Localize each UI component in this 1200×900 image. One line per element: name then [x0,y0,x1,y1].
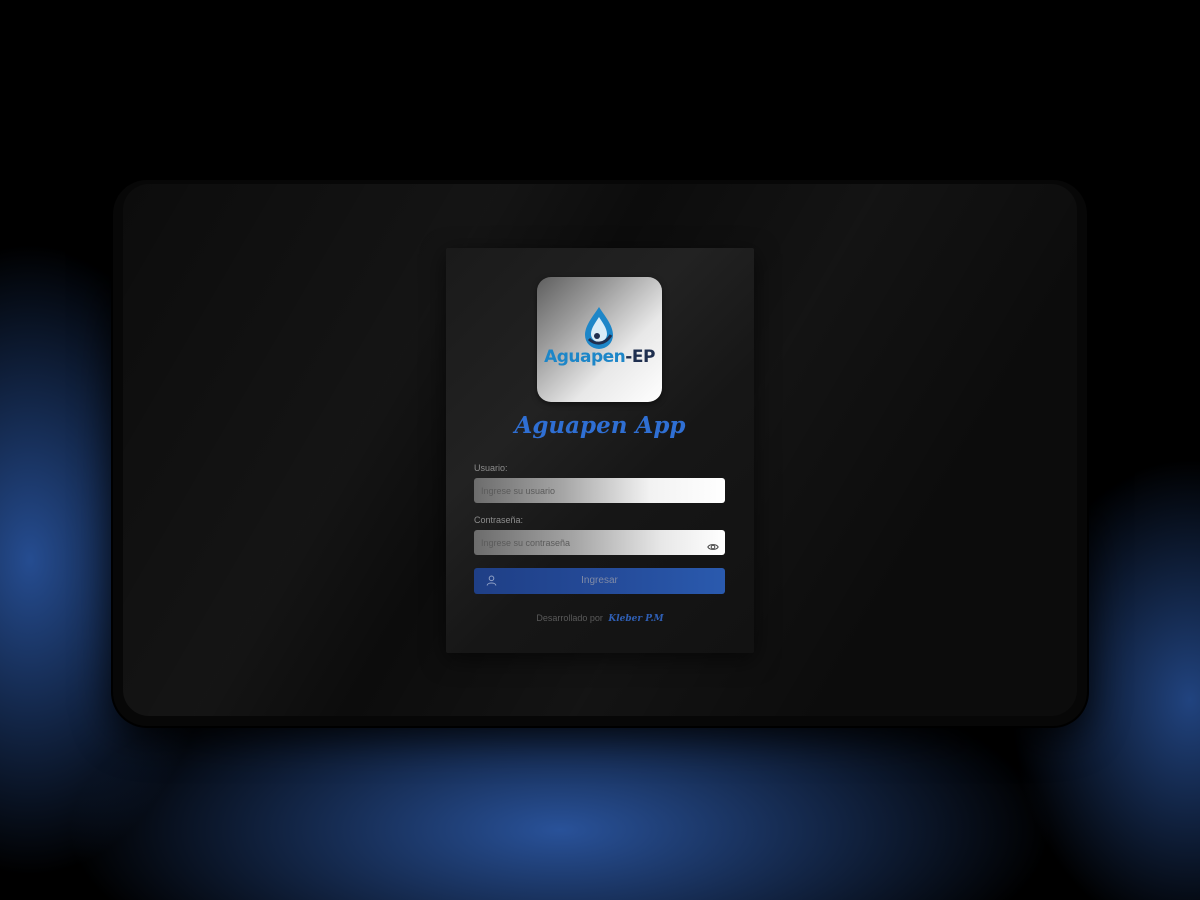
logo-wordmark-part1: Aguapen [544,347,626,367]
username-label: Usuario: [474,463,508,473]
logo-wordmark-part2: -EP [625,347,655,367]
footer-author: Kleber P.M [608,614,664,624]
logo-wordmark: Aguapen-EP [537,347,662,367]
login-button-label: Ingresar [581,575,618,586]
username-input[interactable] [474,478,725,503]
password-label: Contraseña: [474,515,524,525]
device-frame: Aguapen-EP Aguapen App Usuario: Contrase… [113,180,1087,726]
app-logo: Aguapen-EP [537,277,662,402]
password-input[interactable] [474,530,725,555]
water-drop-icon [585,307,613,349]
footer-credit: Desarrollado por Kleber P.M [446,613,754,624]
background: Aguapen-EP Aguapen App Usuario: Contrase… [0,0,1200,900]
footer-developed-by: Desarrollado por [536,613,603,623]
app-title: Aguapen App [514,412,686,439]
eye-icon[interactable] [707,541,719,553]
app-screen: Aguapen-EP Aguapen App Usuario: Contrase… [123,184,1077,716]
login-card: Aguapen-EP Aguapen App Usuario: Contrase… [446,248,754,653]
login-button[interactable]: Ingresar [474,568,725,594]
